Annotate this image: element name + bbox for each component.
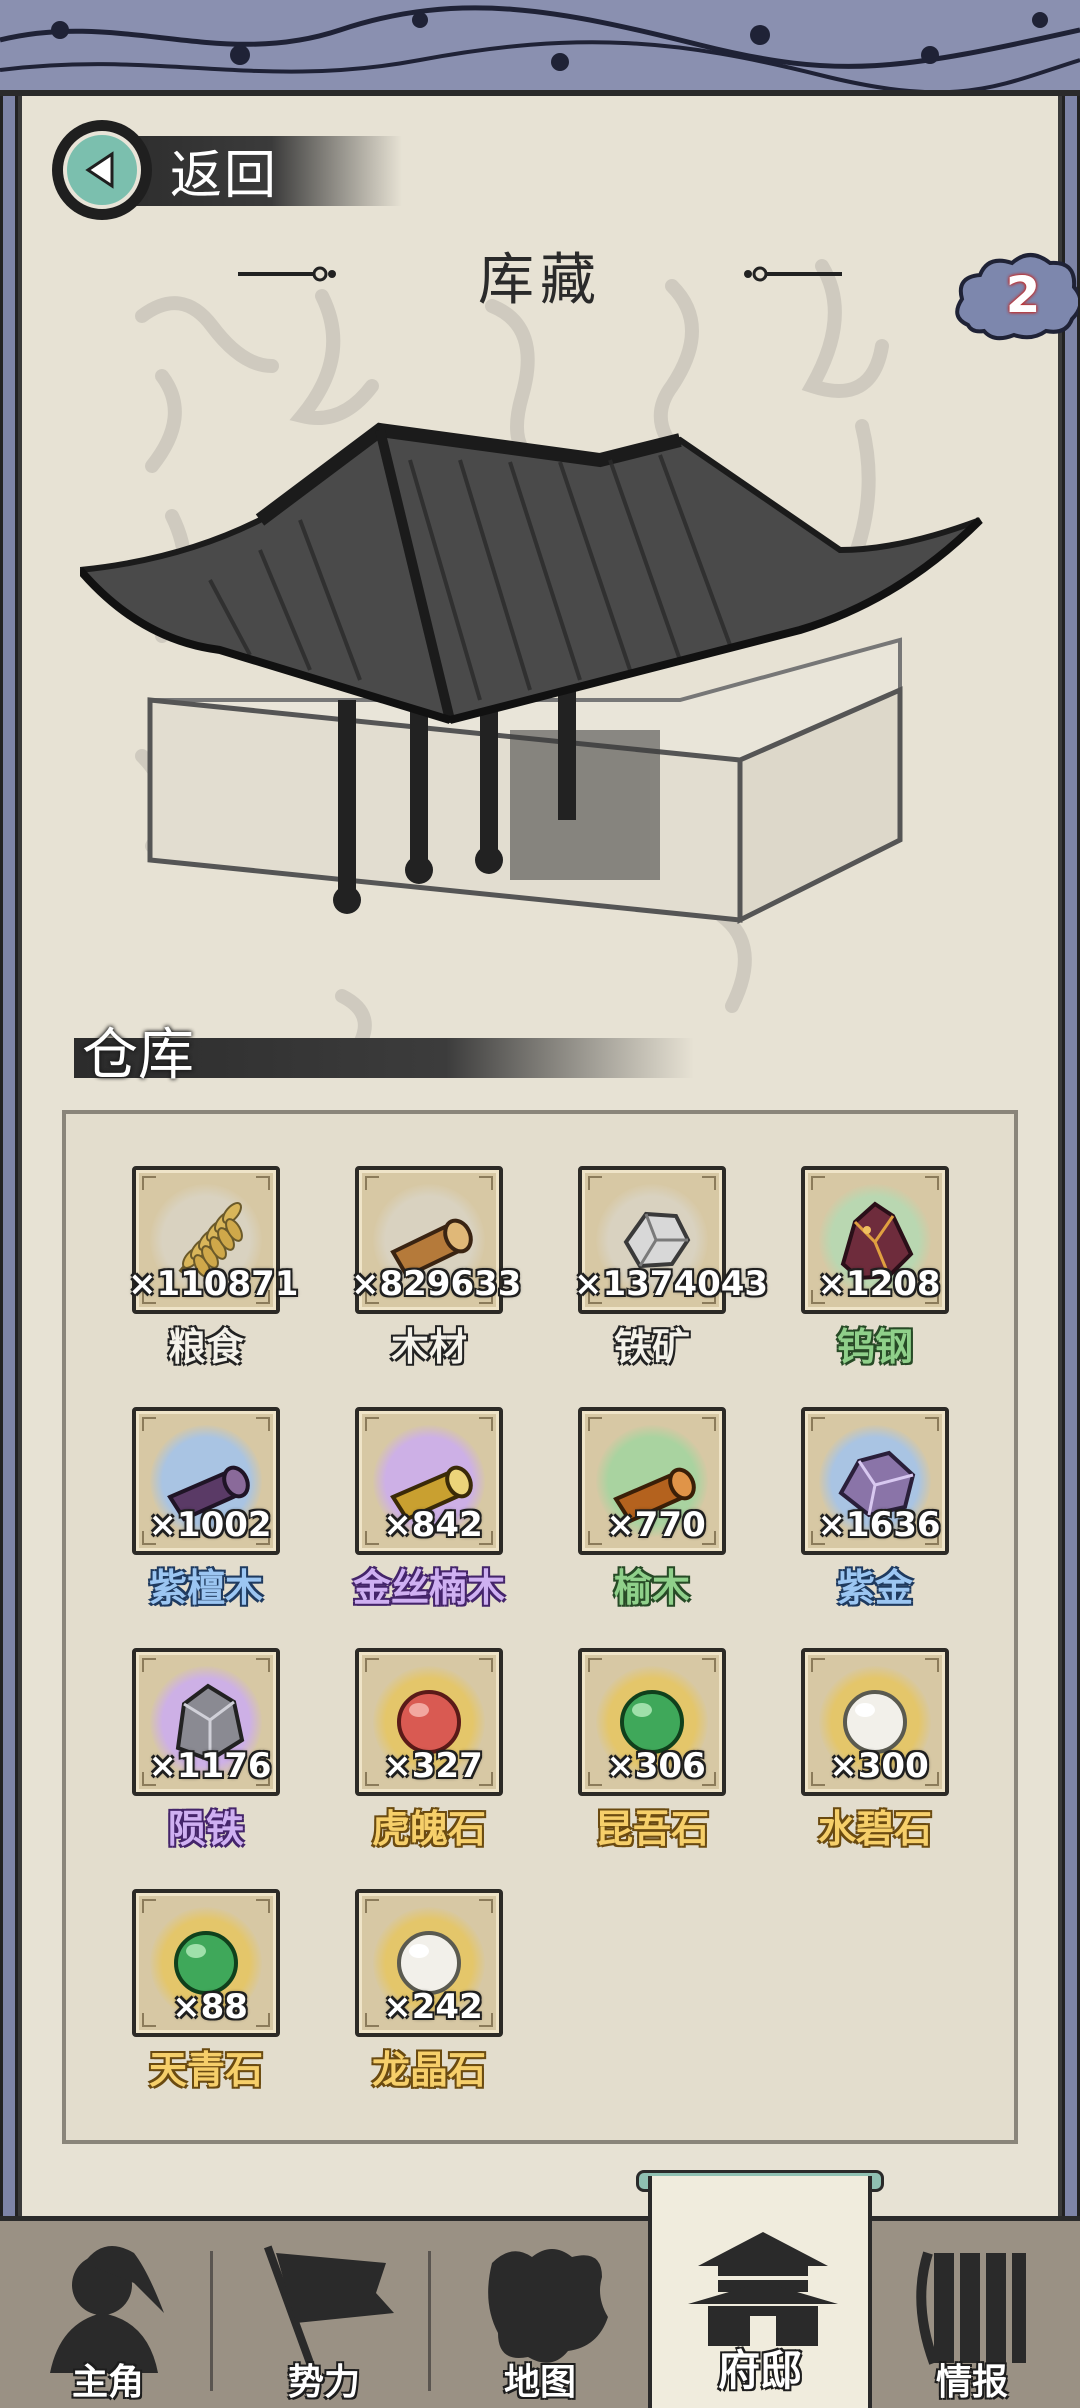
item-slot: ×1374043	[574, 1166, 768, 1314]
notification-badge[interactable]: 2	[948, 250, 1080, 350]
item-name: 龙晶石	[371, 2048, 486, 2092]
flag-icon	[264, 2245, 394, 2371]
item-slot: ×1636	[801, 1407, 949, 1555]
badge-count: 2	[1005, 266, 1041, 324]
inventory-item[interactable]: ×842 金丝楠木	[353, 1407, 505, 1610]
item-slot: ×770	[578, 1407, 726, 1555]
floral-pattern-icon	[0, 5, 1080, 90]
back-circle	[52, 120, 152, 220]
nav-item-faction[interactable]: 势力	[216, 2221, 432, 2408]
inventory-item[interactable]: ×1208 钨钢	[801, 1166, 949, 1369]
bottom-nav: 主角 势力 地图 情报	[0, 2216, 1080, 2408]
item-count: ×327	[383, 1746, 483, 1786]
item-name: 紫檀木	[148, 1566, 263, 1610]
hero-icon	[50, 2245, 164, 2373]
item-name: 钨钢	[836, 1325, 913, 1369]
item-count: ×1636	[817, 1505, 941, 1545]
item-slot: ×327	[355, 1648, 503, 1796]
item-count: ×88	[172, 1987, 248, 2027]
inventory-item[interactable]: ×327 虎魄石	[355, 1648, 503, 1851]
item-name: 虎魄石	[371, 1807, 486, 1851]
item-count: ×1208	[817, 1264, 941, 1304]
page-title: 库藏	[478, 247, 602, 313]
inventory-item[interactable]: ×300 水碧石	[801, 1648, 949, 1851]
inventory-grid: ×110871 粮食 ×829633 木材 ×1374043 铁矿 ×1208 钨钢 ×1002…	[128, 1166, 949, 2092]
item-name: 水碧石	[817, 1807, 932, 1851]
nav-item-map[interactable]: 地图	[432, 2221, 648, 2408]
item-name: 昆吾石	[594, 1807, 709, 1851]
title-ornament-right-icon	[744, 266, 842, 282]
item-count: ×829633	[351, 1264, 522, 1304]
item-name: 木材	[390, 1325, 467, 1369]
item-name: 榆木	[613, 1566, 690, 1610]
item-slot: ×842	[355, 1407, 503, 1555]
item-name: 陨铁	[167, 1807, 244, 1851]
item-slot: ×242	[355, 1889, 503, 2037]
section-title: 仓库	[82, 1023, 194, 1088]
item-count: ×242	[383, 1987, 483, 2027]
nav-divider	[210, 2251, 213, 2391]
nav-divider	[428, 2251, 431, 2391]
inventory-item[interactable]: ×88 天青石	[132, 1889, 280, 2092]
map-icon	[488, 2249, 608, 2363]
item-count: ×1374043	[574, 1264, 769, 1304]
nav-label-intel: 情报	[935, 2362, 1008, 2403]
nav-item-hero[interactable]: 主角	[0, 2221, 216, 2408]
item-count: ×1176	[148, 1746, 272, 1786]
back-button[interactable]: 返回	[52, 120, 402, 220]
item-slot: ×1002	[132, 1407, 280, 1555]
inventory-item[interactable]: ×829633 木材	[351, 1166, 521, 1369]
back-arrow-icon	[63, 131, 141, 209]
item-slot: ×300	[801, 1648, 949, 1796]
item-count: ×110871	[128, 1264, 299, 1304]
item-slot: ×306	[578, 1648, 726, 1796]
inventory-item[interactable]: ×1176 陨铁	[132, 1648, 280, 1851]
nav-label-mansion: 府邸	[717, 2346, 802, 2395]
title-ornament-left-icon	[238, 266, 336, 282]
top-ornament-band	[0, 0, 1080, 96]
nav-item-intel[interactable]: 情报	[864, 2221, 1080, 2408]
warehouse-section-header: 仓库	[74, 1010, 694, 1088]
inventory-item[interactable]: ×770 榆木	[578, 1407, 726, 1610]
item-name: 铁矿	[613, 1325, 690, 1369]
item-name: 紫金	[836, 1566, 913, 1610]
inventory-panel: ×110871 粮食 ×829633 木材 ×1374043 铁矿 ×1208 钨钢 ×1002…	[62, 1110, 1018, 2144]
item-slot: ×1176	[132, 1648, 280, 1796]
item-slot: ×1208	[801, 1166, 949, 1314]
mansion-icon	[688, 2232, 838, 2346]
back-label: 返回	[170, 145, 279, 206]
page-title-row: 库藏	[230, 240, 850, 313]
inventory-item[interactable]: ×1002 紫檀木	[132, 1407, 280, 1610]
inventory-item[interactable]: ×242 龙晶石	[355, 1889, 503, 2092]
item-count: ×770	[606, 1505, 706, 1545]
nav-label-faction: 势力	[287, 2362, 360, 2403]
item-count: ×1002	[148, 1505, 272, 1545]
item-count: ×306	[606, 1746, 706, 1786]
inventory-item[interactable]: ×110871 粮食	[128, 1166, 298, 1369]
nav-item-mansion[interactable]: 府邸	[648, 2176, 872, 2408]
item-name: 金丝楠木	[352, 1566, 505, 1610]
inventory-item[interactable]: ×306 昆吾石	[578, 1648, 726, 1851]
frame-right	[1062, 96, 1080, 2216]
inventory-item[interactable]: ×1636 紫金	[801, 1407, 949, 1610]
item-slot: ×88	[132, 1889, 280, 2037]
scroll-icon	[916, 2251, 1026, 2365]
item-count: ×842	[383, 1505, 483, 1545]
nav-label-hero: 主角	[71, 2362, 144, 2403]
inventory-item[interactable]: ×1374043 铁矿	[574, 1166, 768, 1369]
item-count: ×300	[829, 1746, 929, 1786]
item-slot: ×829633	[351, 1166, 521, 1314]
item-name: 粮食	[167, 1325, 244, 1369]
frame-left	[0, 96, 18, 2216]
item-slot: ×110871	[128, 1166, 298, 1314]
warehouse-building-icon	[80, 422, 983, 925]
item-name: 天青石	[148, 2048, 263, 2092]
nav-label-map: 地图	[503, 2362, 576, 2403]
